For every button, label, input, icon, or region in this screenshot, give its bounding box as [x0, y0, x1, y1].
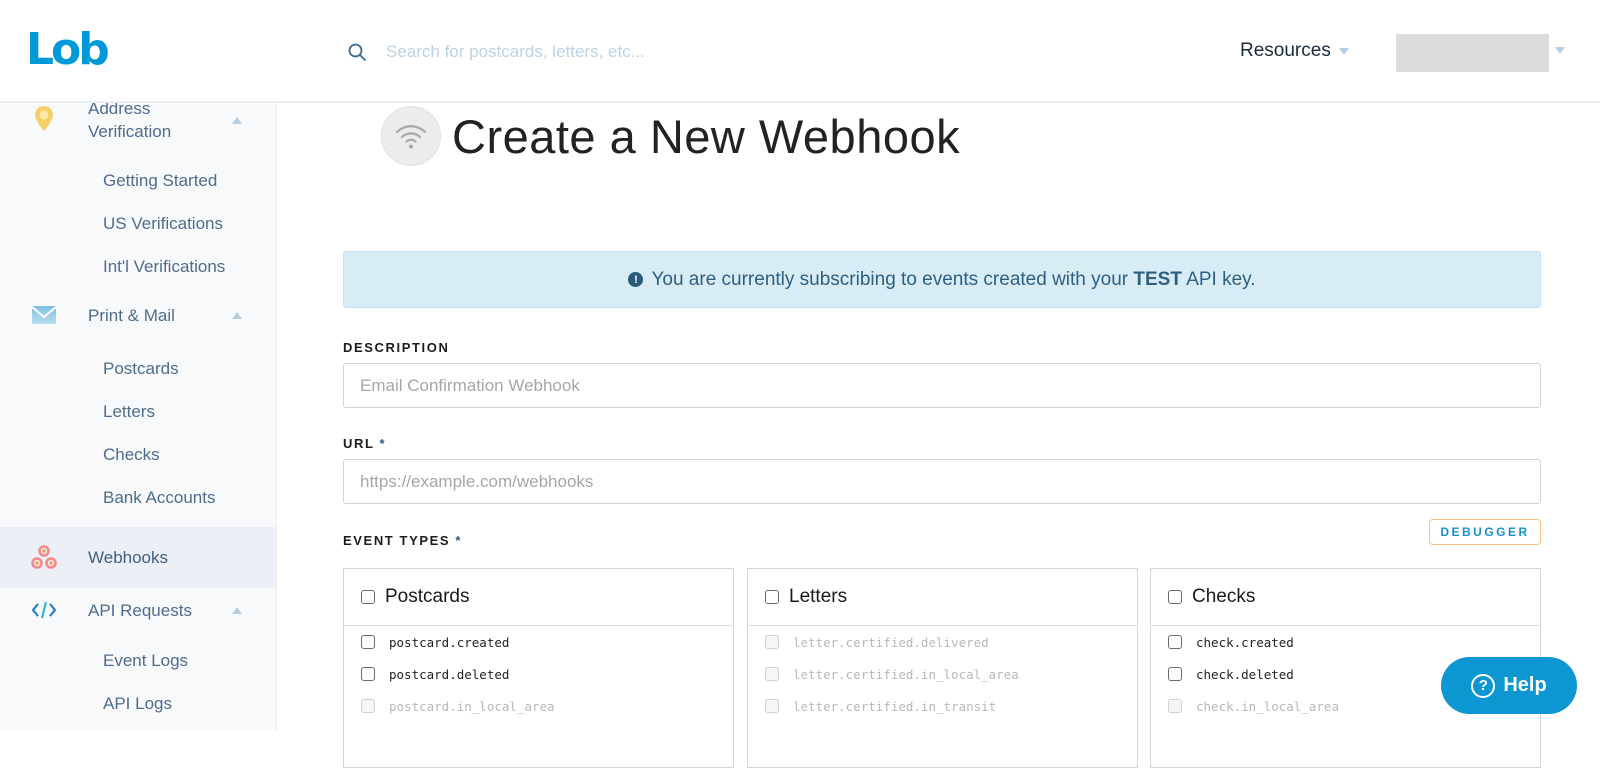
event-row: letter.certified.delivered [748, 626, 1137, 658]
alert-text: You are currently subscribing to events … [651, 269, 1255, 291]
test-key-alert: ! You are currently subscribing to event… [343, 251, 1541, 308]
url-input[interactable] [343, 459, 1541, 504]
sidebar-group-label: Print & Mail [88, 306, 175, 325]
top-header: Lob Resources [0, 0, 1600, 103]
sidebar-item-postcards[interactable]: Postcards [103, 359, 179, 379]
event-name: letter.certified.in_local_area [793, 666, 1019, 682]
search-icon [348, 43, 366, 61]
event-checkbox-disabled [1168, 699, 1182, 713]
sidebar-item-getting-started[interactable]: Getting Started [103, 171, 217, 191]
event-checkbox-disabled [765, 635, 779, 649]
sidebar-group-print-mail[interactable]: Print & Mail [0, 298, 276, 332]
event-name: letter.certified.in_transit [793, 698, 997, 714]
event-row: letter.certified.in_transit [748, 690, 1137, 722]
alert-suffix: API key. [1186, 268, 1256, 290]
sidebar-group-label: API Requests [88, 601, 192, 620]
card-title: Letters [789, 586, 848, 607]
select-all-letters-checkbox[interactable] [765, 590, 779, 604]
event-card-letters: Letters letter.certified.delivered lette… [747, 568, 1138, 768]
event-name: postcard.in_local_area [389, 698, 555, 714]
description-label: DESCRIPTION [343, 340, 450, 355]
event-name: check.created [1196, 634, 1294, 650]
card-title: Postcards [385, 586, 470, 607]
event-checkbox[interactable] [1168, 635, 1182, 649]
event-checkbox-disabled [765, 699, 779, 713]
required-mark: * [455, 533, 463, 548]
resources-label: Resources [1240, 40, 1331, 61]
card-header: Postcards [344, 569, 733, 626]
webhook-icon [30, 543, 58, 571]
sidebar-item-us-verifications[interactable]: US Verifications [103, 214, 223, 234]
event-row: letter.certified.in_local_area [748, 658, 1137, 690]
sidebar-item-checks[interactable]: Checks [103, 445, 160, 465]
sidebar-group-api-requests[interactable]: API Requests [0, 593, 276, 627]
sidebar-item-intl-verifications[interactable]: Int'l Verifications [103, 257, 225, 277]
event-checkbox[interactable] [361, 667, 375, 681]
resources-menu[interactable]: Resources [1240, 40, 1349, 62]
main-content: Create a New Webhook ! You are currently… [278, 103, 1600, 768]
search-input[interactable] [386, 36, 806, 68]
event-checkbox-disabled [765, 667, 779, 681]
chevron-up-icon[interactable] [232, 607, 242, 614]
wifi-icon [381, 106, 441, 166]
chevron-up-icon[interactable] [232, 312, 242, 319]
sidebar-item-letters[interactable]: Letters [103, 402, 155, 422]
question-circle-icon: ? [1471, 673, 1496, 698]
event-card-postcards: Postcards postcard.created postcard.dele… [343, 568, 734, 768]
sidebar-group-label: Address Verification [88, 103, 172, 141]
lob-logo[interactable]: Lob [26, 28, 110, 72]
url-label: URL * [343, 436, 386, 451]
envelope-icon [30, 301, 58, 329]
help-label: Help [1503, 674, 1547, 696]
map-pin-icon [30, 105, 58, 133]
required-mark: * [379, 436, 387, 451]
card-title: Checks [1192, 586, 1256, 607]
code-icon [30, 596, 58, 624]
description-input[interactable] [343, 363, 1541, 408]
event-name: letter.certified.delivered [793, 634, 989, 650]
alert-exclamation-icon: ! [628, 272, 644, 287]
sidebar-item-bank-accounts[interactable]: Bank Accounts [103, 488, 215, 508]
sidebar-item-label: Webhooks [88, 548, 169, 567]
sidebar-item-event-logs[interactable]: Event Logs [103, 651, 188, 671]
sidebar: Address Verification Getting Started US … [0, 103, 277, 730]
select-all-checks-checkbox[interactable] [1168, 590, 1182, 604]
event-checkbox[interactable] [1168, 667, 1182, 681]
account-chevron-down-icon[interactable] [1555, 47, 1565, 54]
sidebar-group-address-verification[interactable]: Address Verification [0, 103, 276, 151]
debugger-button[interactable]: DEBUGGER [1429, 519, 1541, 545]
event-row: check.created [1151, 626, 1540, 658]
event-name: postcard.created [389, 634, 510, 650]
event-name: check.deleted [1196, 666, 1294, 682]
url-label-text: URL [343, 436, 375, 451]
sidebar-item-api-logs[interactable]: API Logs [103, 694, 172, 714]
page-title: Create a New Webhook [452, 110, 961, 163]
event-row: postcard.created [344, 626, 733, 658]
card-header: Checks [1151, 569, 1540, 626]
card-header: Letters [748, 569, 1137, 626]
select-all-postcards-checkbox[interactable] [361, 590, 375, 604]
sidebar-item-webhooks[interactable]: Webhooks [0, 527, 276, 588]
account-menu[interactable] [1396, 34, 1549, 72]
event-types-label: EVENT TYPES * [343, 533, 462, 548]
help-button[interactable]: ? Help [1441, 657, 1577, 714]
chevron-up-icon[interactable] [232, 117, 242, 124]
alert-prefix: You are currently subscribing to events … [651, 268, 1129, 290]
event-checkbox[interactable] [361, 635, 375, 649]
event-types-label-text: EVENT TYPES [343, 533, 451, 548]
chevron-down-icon [1338, 47, 1349, 55]
event-row: postcard.deleted [344, 658, 733, 690]
alert-key-mode: TEST [1133, 268, 1182, 290]
event-name: check.in_local_area [1196, 698, 1339, 714]
event-row: postcard.in_local_area [344, 690, 733, 722]
event-checkbox-disabled [361, 699, 375, 713]
event-name: postcard.deleted [389, 666, 510, 682]
